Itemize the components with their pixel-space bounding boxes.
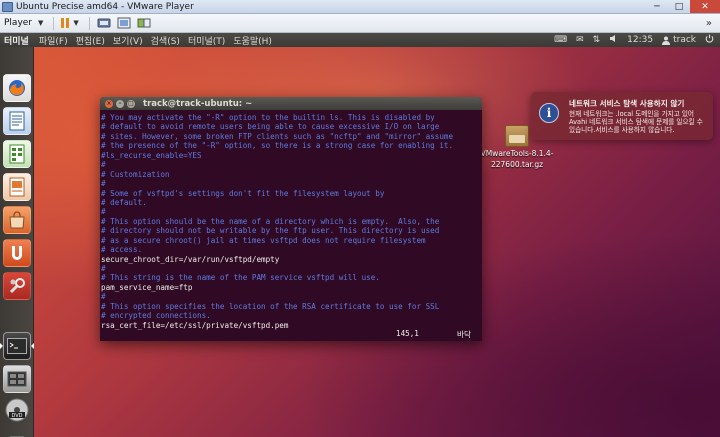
launcher-terminal-icon[interactable] — [3, 332, 31, 360]
launcher-software-center-icon[interactable] — [3, 206, 31, 234]
vmware-titlebar: Ubuntu Precise amd64 - VMware Player ─ □… — [0, 0, 720, 14]
terminal-line: # — [101, 179, 106, 189]
terminal-line: # directory should not be writable by th… — [101, 226, 440, 236]
terminal-line: # — [101, 292, 106, 302]
terminal-window[interactable]: × – □ track@track-ubuntu: ~ # You may ac… — [100, 97, 482, 341]
panel-indicators: ⌨ ✉ ⇅ 12:35 track — [554, 34, 714, 46]
terminal-line: # This string is the name of the PAM ser… — [101, 273, 380, 283]
terminal-line: # Some of vsftpd's settings don't fit th… — [101, 188, 385, 198]
terminal-line: # This option specifies the location of … — [101, 301, 440, 311]
terminal-line: # This option should be the name of a di… — [101, 216, 440, 226]
launcher-trash-icon[interactable] — [3, 427, 31, 437]
notification-bubble: i 네트워크 서비스 탐색 사용하지 않기 현재 네트워크는 .local 도메… — [531, 92, 713, 140]
minimize-button[interactable]: ─ — [646, 0, 668, 13]
highlighted-directive: pam_service_name=ftp — [101, 282, 193, 293]
menu-view[interactable]: 보기(V) — [113, 34, 143, 47]
mail-icon[interactable]: ✉ — [576, 35, 584, 45]
clock[interactable]: 12:35 — [627, 35, 653, 45]
terminal-text-area[interactable]: # You may activate the "-R" option to th… — [100, 110, 482, 330]
unity-launcher: DVD — [0, 47, 34, 437]
terminal-line: # access. — [101, 245, 143, 255]
scroll-position: 바닥 — [457, 330, 471, 339]
network-icon[interactable]: ⇅ — [593, 35, 601, 45]
vmware-app-icon — [2, 1, 13, 12]
launcher-dvd-icon[interactable]: DVD — [3, 396, 31, 424]
terminal-line: pam_service_name=ftp — [101, 282, 481, 293]
info-icon: i — [539, 103, 559, 123]
launcher-impress-icon[interactable] — [3, 173, 31, 201]
terminal-line: # — [101, 207, 106, 217]
ubuntu-top-panel: 터미널 파일(F) 편집(E) 보기(V) 검색(S) 터미널(T) 도움말(H… — [0, 33, 720, 47]
terminal-line: # — [101, 264, 106, 273]
player-menu-arrow-icon[interactable]: ▼ — [38, 19, 43, 27]
terminal-line: # You may activate the "-R" option to th… — [101, 113, 435, 122]
terminal-line: # encrypted connections. — [101, 311, 211, 321]
launcher-writer-icon[interactable] — [3, 107, 31, 135]
send-ctrl-alt-del-icon[interactable] — [97, 17, 111, 29]
terminal-title: track@track-ubuntu: ~ — [143, 98, 253, 109]
terminal-line: secure_chroot_dir=/var/run/vsftpd/empty — [101, 254, 280, 264]
desktop-file-label-line1: VMwareTools-8.1.4- — [480, 149, 554, 158]
launcher-ubuntu-one-icon[interactable] — [3, 239, 31, 267]
launcher-calc-icon[interactable] — [3, 140, 31, 168]
window-title: Ubuntu Precise amd64 - VMware Player — [16, 1, 194, 12]
notification-body: 현재 네트워크는 .local 도메인을 가지고 있어 Avahi 네트워크 서… — [569, 110, 703, 134]
svg-text:DVD: DVD — [11, 413, 22, 419]
desktop-file-label-line2: 227600.tar.gz — [490, 160, 544, 169]
terminal-line: # default to avoid remote users being ab… — [101, 122, 440, 132]
terminal-close-button[interactable]: × — [105, 99, 113, 108]
cursor-position: 145,1 — [396, 329, 419, 338]
active-app-name: 터미널 — [4, 36, 29, 47]
menu-edit[interactable]: 편집(E) — [76, 34, 105, 47]
power-icon[interactable] — [705, 34, 714, 46]
terminal-minimize-button[interactable]: – — [116, 99, 124, 108]
terminal-line: # sites. However, some broken FTP client… — [101, 131, 454, 141]
launcher-focus-indicator — [31, 343, 34, 349]
launcher-system-settings-icon[interactable] — [3, 272, 31, 300]
user-name: track — [673, 35, 696, 45]
menu-terminal[interactable]: 터미널(T) — [188, 34, 225, 47]
terminal-line: # — [101, 160, 106, 170]
unity-mode-icon[interactable] — [137, 17, 151, 29]
menu-help[interactable]: 도움말(H) — [233, 34, 272, 47]
terminal-line: #ls_recurse_enable=YES — [101, 150, 202, 160]
launcher-firefox-icon[interactable] — [3, 74, 31, 102]
player-menu[interactable]: Player — [4, 18, 32, 28]
terminal-line: # Customization — [101, 169, 170, 179]
menu-search[interactable]: 검색(S) — [151, 34, 180, 47]
volume-icon[interactable] — [609, 34, 618, 46]
menu-file[interactable]: 파일(F) — [39, 34, 68, 47]
terminal-line: # default. — [101, 197, 147, 207]
pause-dropdown-icon[interactable]: ▼ — [73, 19, 78, 27]
vmware-toolbar: Player ▼ ▼ » — [0, 14, 720, 33]
toolbar-divider — [53, 16, 55, 30]
toolbar-divider — [88, 16, 90, 30]
user-icon — [662, 36, 671, 45]
terminal-line: # the presence of the "-R" option, so th… — [101, 141, 454, 151]
terminal-titlebar[interactable]: × – □ track@track-ubuntu: ~ — [100, 97, 482, 110]
user-menu[interactable]: track — [662, 35, 696, 45]
archive-icon — [505, 125, 529, 147]
notification-title: 네트워크 서비스 탐색 사용하지 않기 — [569, 99, 685, 108]
keyboard-icon[interactable]: ⌨ — [554, 35, 567, 45]
terminal-line: # as a secure chroot() jail at times vsf… — [101, 235, 426, 245]
close-button[interactable]: ✕ — [690, 0, 720, 13]
maximize-button[interactable]: □ — [668, 0, 690, 13]
launcher-workspace-switcher-icon[interactable] — [3, 365, 31, 393]
terminal-maximize-button[interactable]: □ — [127, 99, 135, 108]
vim-status-line: 145,1 바닥 — [100, 329, 482, 339]
toolbar-more-icon[interactable]: » — [706, 18, 712, 29]
pause-icon[interactable] — [61, 18, 70, 28]
fullscreen-icon[interactable] — [117, 17, 131, 29]
